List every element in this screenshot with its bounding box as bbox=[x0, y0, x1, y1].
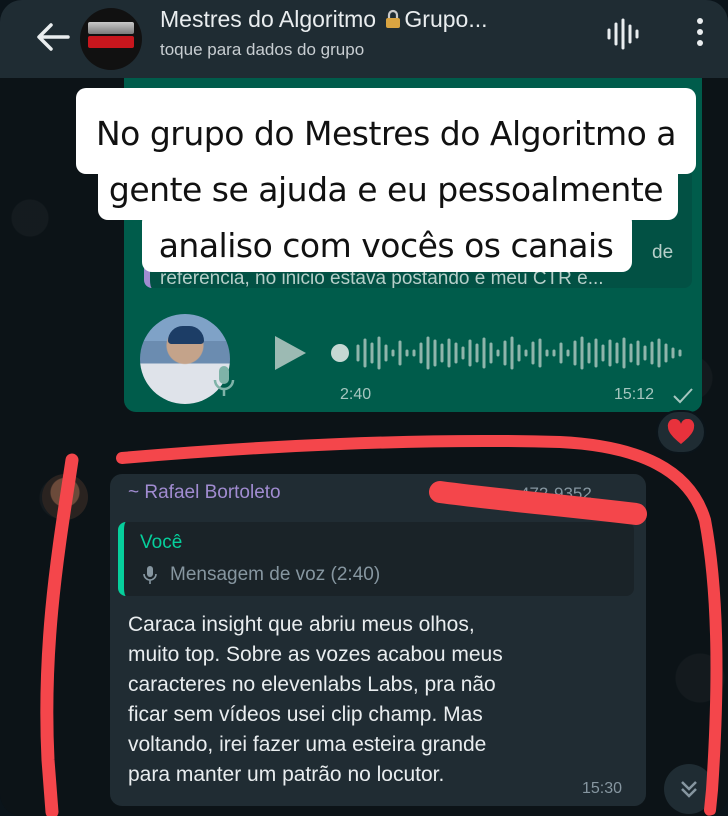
microphone-icon bbox=[143, 566, 157, 584]
group-name-part-1: Mestres do Algoritmo bbox=[160, 6, 383, 32]
sender-name[interactable]: ~ Rafael Bortoleto bbox=[128, 482, 281, 504]
message-timestamp: 15:30 bbox=[582, 780, 623, 797]
group-name-part-2: Grupo... bbox=[404, 6, 488, 32]
scroll-to-bottom-button[interactable] bbox=[664, 764, 714, 814]
group-name[interactable]: Mestres do Algoritmo Grupo... bbox=[160, 6, 488, 33]
chat-header[interactable]: Mestres do Algoritmo Grupo... toque para… bbox=[0, 0, 728, 78]
lock-icon bbox=[386, 9, 401, 28]
caption-text: No grupo do Mestres do Algoritmo a gente… bbox=[95, 114, 677, 265]
play-icon[interactable] bbox=[272, 334, 308, 372]
message-reaction[interactable] bbox=[656, 410, 706, 454]
logo-bottom-bar bbox=[88, 36, 134, 48]
more-vertical-icon[interactable] bbox=[694, 18, 706, 52]
audio-duration: 2:40 bbox=[340, 386, 372, 403]
message-body: Caraca insight que abriu meus olhos, mui… bbox=[128, 613, 503, 786]
reply-author: Você bbox=[140, 532, 183, 553]
group-subtitle[interactable]: toque para dados do grupo bbox=[160, 40, 364, 60]
sender-phone: 472-9352 bbox=[520, 484, 592, 503]
microphone-icon bbox=[213, 366, 235, 396]
check-icon bbox=[673, 388, 693, 404]
chat-screen: Mestres do Algoritmo Grupo... toque para… bbox=[0, 0, 728, 816]
chevron-double-down-icon bbox=[681, 781, 697, 798]
arrow-left-icon[interactable] bbox=[36, 22, 70, 52]
audio-waves-icon[interactable] bbox=[604, 18, 644, 50]
group-avatar[interactable] bbox=[80, 8, 142, 70]
audio-waveform[interactable] bbox=[330, 332, 690, 374]
logo-top-bar bbox=[88, 22, 134, 34]
message-timestamp: 15:12 bbox=[614, 386, 655, 403]
heart-icon bbox=[667, 419, 695, 444]
sender-avatar[interactable] bbox=[42, 474, 88, 520]
reply-text: Mensagem de voz (2:40) bbox=[170, 564, 381, 585]
